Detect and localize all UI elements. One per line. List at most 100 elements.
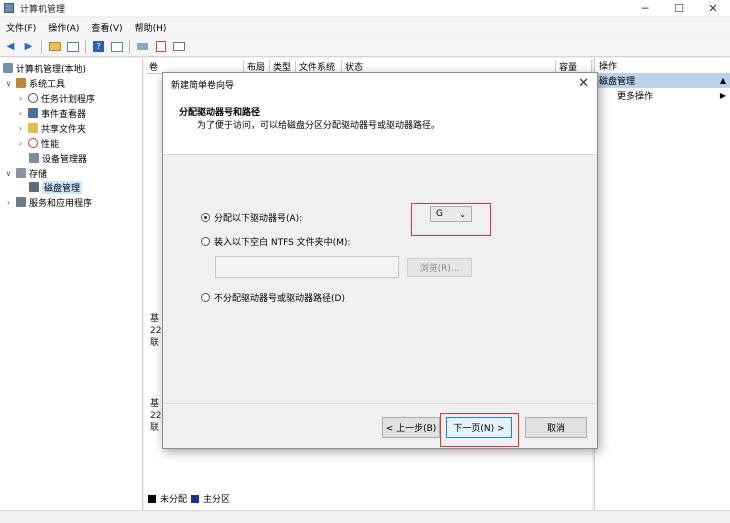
option-mount-folder-label: 装入以下空白 NTFS 文件夹中(M): <box>214 238 351 248</box>
back-button[interactable]: < 上一步(B) <box>382 417 440 438</box>
tree-item-label: 共享文件夹 <box>41 124 87 135</box>
tree-item-label: 系统工具 <box>29 79 66 90</box>
legend-label-primary: 主分区 <box>203 495 231 505</box>
tree-root[interactable]: 计算机管理(本地) <box>3 61 86 75</box>
actions-pane: 操作 磁盘管理 ▲ 更多操作 ▶ <box>594 58 730 510</box>
disk-status: 联 <box>150 338 160 348</box>
tree-root-label: 计算机管理(本地) <box>16 64 87 75</box>
tree-item-services-apps[interactable]: › 服务和应用程序 <box>4 195 92 209</box>
chevron-right-icon[interactable]: › <box>16 94 25 103</box>
chevron-right-icon[interactable]: › <box>16 124 25 133</box>
chevron-right-icon[interactable]: › <box>16 109 25 118</box>
more-actions-label: 更多操作 <box>617 92 654 102</box>
maximize-button[interactable]: ☐ <box>662 0 696 16</box>
tree-item-storage[interactable]: ∨ 存储 <box>4 166 47 180</box>
dialog-title-bar: 新建简单卷向导 ✕ <box>163 73 597 95</box>
dialog-subheading: 为了便于访问，可以给磁盘分区分配驱动器号或驱动器路径。 <box>197 121 441 131</box>
option-assign-letter[interactable]: 分配以下驱动器号(A): <box>201 211 302 224</box>
collapse-up-icon[interactable]: ▲ <box>720 76 726 85</box>
dialog-header: 分配驱动器号和路径 为了便于访问，可以给磁盘分区分配驱动器号或驱动器路径。 <box>163 95 597 155</box>
toolbar-divider <box>129 39 130 54</box>
toolbar-divider <box>85 39 86 54</box>
tree-item-system-tools[interactable]: ∨ 系统工具 <box>4 76 65 90</box>
tree-item-label: 任务计划程序 <box>41 94 96 105</box>
disk-icon <box>29 182 39 192</box>
storage-icon <box>16 168 26 178</box>
menu-view[interactable]: 查看(V) <box>85 21 128 34</box>
shared-folder-icon <box>28 123 38 133</box>
tree-item-label: 服务和应用程序 <box>29 198 93 209</box>
highlight-next-button <box>440 413 519 447</box>
dialog-title: 新建简单卷向导 <box>171 80 235 91</box>
chevron-right-icon[interactable]: › <box>4 198 13 207</box>
menu-help[interactable]: 帮助(H) <box>129 21 173 34</box>
up-folder-icon[interactable] <box>47 39 62 54</box>
app-icon <box>4 3 14 13</box>
tree-item-performance[interactable]: › 性能 <box>16 136 59 150</box>
computer-icon <box>3 63 13 73</box>
folder-path-input[interactable] <box>215 256 399 278</box>
cancel-button[interactable]: 取消 <box>525 417 587 438</box>
connect-icon[interactable] <box>135 39 150 54</box>
dialog-footer-divider <box>163 403 597 404</box>
menu-bar: 文件(F) 操作(A) 查看(V) 帮助(H) <box>0 18 730 36</box>
menu-file[interactable]: 文件(F) <box>0 21 42 34</box>
highlight-drive-letter <box>411 203 491 236</box>
browse-button[interactable]: 浏览(R)... <box>407 258 472 277</box>
option-mount-folder[interactable]: 装入以下空白 NTFS 文件夹中(M): <box>201 235 351 248</box>
tree-item-label: 性能 <box>41 139 60 150</box>
toolbar-divider <box>41 39 42 54</box>
disk-size: 22 <box>150 411 162 421</box>
show-hide-tree-icon[interactable] <box>65 39 80 54</box>
navigation-tree: 计算机管理(本地) ∨ 系统工具 › 任务计划程序 › 事件查看器 › 共享文件… <box>0 58 143 510</box>
disk-label: 基 <box>150 314 160 324</box>
dialog-close-icon[interactable]: ✕ <box>578 76 589 91</box>
actions-selected-label: 磁盘管理 <box>599 77 636 87</box>
chevron-down-icon[interactable]: ∨ <box>4 169 13 178</box>
dialog-heading: 分配驱动器号和路径 <box>179 108 261 118</box>
tree-item-label: 存储 <box>29 169 48 180</box>
menu-action[interactable]: 操作(A) <box>42 21 85 34</box>
disk-block-1: 基 22 联 <box>150 398 161 434</box>
toolbar: ◀ ▶ ? <box>0 37 730 57</box>
help-icon[interactable]: ? <box>91 39 106 54</box>
computer-management-window: 计算机管理 ─ ☐ ✕ 文件(F) 操作(A) 查看(V) 帮助(H) ◀ ▶ … <box>0 0 730 523</box>
disk-block-0: 基 22 联 <box>150 313 161 349</box>
clock-icon <box>28 93 38 103</box>
title-bar: 计算机管理 ─ ☐ ✕ <box>0 0 730 16</box>
close-window-button[interactable]: ✕ <box>696 0 730 16</box>
tree-item-disk-management[interactable]: 磁盘管理 <box>29 180 83 194</box>
radio-mount-folder[interactable] <box>201 237 210 246</box>
device-manager-icon <box>29 153 39 163</box>
tree-item-shared-folders[interactable]: › 共享文件夹 <box>16 121 86 135</box>
tree-item-event-viewer[interactable]: › 事件查看器 <box>16 106 86 120</box>
tree-item-device-manager[interactable]: 设备管理器 <box>29 151 87 165</box>
event-viewer-icon <box>28 108 38 118</box>
list-view-icon[interactable] <box>171 39 186 54</box>
forward-arrow-icon[interactable]: ▶ <box>21 39 36 54</box>
back-arrow-icon[interactable]: ◀ <box>3 39 18 54</box>
check-icon[interactable] <box>153 39 168 54</box>
tools-icon <box>16 78 26 88</box>
window-title: 计算机管理 <box>20 4 66 15</box>
tree-item-task-scheduler[interactable]: › 任务计划程序 <box>16 91 95 105</box>
disk-label: 基 <box>150 399 160 409</box>
disk-size: 22 <box>150 326 162 336</box>
properties-icon[interactable] <box>109 39 124 54</box>
option-no-assign-label: 不分配驱动器号或驱动器路径(D) <box>214 294 345 304</box>
radio-no-assign[interactable] <box>201 293 210 302</box>
tree-item-label: 设备管理器 <box>42 154 88 165</box>
chevron-down-icon[interactable]: ∨ <box>4 79 13 88</box>
minimize-button[interactable]: ─ <box>628 0 662 16</box>
services-icon <box>16 197 26 207</box>
tree-item-label: 事件查看器 <box>41 109 87 120</box>
option-assign-letter-label: 分配以下驱动器号(A): <box>214 214 303 224</box>
disk-status: 联 <box>150 423 160 433</box>
actions-disk-management[interactable]: 磁盘管理 ▲ <box>595 73 730 88</box>
tree-item-label: 磁盘管理 <box>42 180 83 194</box>
chevron-right-icon[interactable]: › <box>16 139 25 148</box>
option-no-assign[interactable]: 不分配驱动器号或驱动器路径(D) <box>201 291 345 304</box>
new-simple-volume-wizard: 新建简单卷向导 ✕ 分配驱动器号和路径 为了便于访问，可以给磁盘分区分配驱动器号… <box>162 72 598 449</box>
radio-assign-letter[interactable] <box>201 213 210 222</box>
more-actions-item[interactable]: 更多操作 ▶ <box>595 88 730 103</box>
